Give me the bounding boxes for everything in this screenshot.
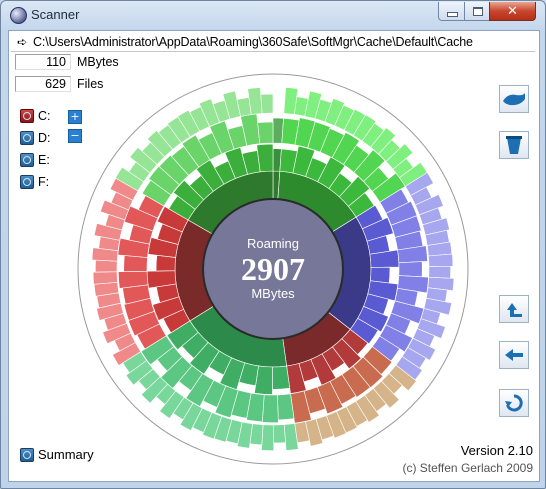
- folder-segment[interactable]: [123, 255, 148, 272]
- files-value: 629: [15, 76, 71, 92]
- drive-label: E:: [38, 153, 50, 167]
- client-area: ➪ C:\Users\Administrator\AppData\Roaming…: [8, 30, 540, 482]
- scanner-window: Scanner ✕ ➪ C:\Users\Administrator\AppDa…: [0, 0, 546, 489]
- minimize-icon: [446, 11, 458, 17]
- sunburst-chart[interactable]: Roaming 2907 MBytes: [74, 70, 472, 468]
- drive-d[interactable]: D:: [20, 131, 51, 145]
- folder-segment[interactable]: [92, 271, 118, 285]
- folder-segment[interactable]: [257, 121, 274, 145]
- folder-segment[interactable]: [273, 424, 286, 444]
- scan-button[interactable]: [499, 85, 529, 113]
- folder-segment[interactable]: [369, 266, 391, 284]
- folder-segment[interactable]: [428, 265, 451, 279]
- size-value: 110: [15, 54, 71, 70]
- current-path: C:\Users\Administrator\AppData\Roaming\3…: [33, 35, 473, 49]
- refresh-button[interactable]: [499, 389, 529, 417]
- drive-label: C:: [38, 109, 51, 123]
- drive-icon: [20, 131, 34, 145]
- center-size-value: 2907: [241, 251, 305, 287]
- version-label: Version 2.10: [460, 443, 533, 458]
- drive-label: D:: [38, 131, 51, 145]
- path-bar: ➪ C:\Users\Administrator\AppData\Roaming…: [11, 33, 535, 52]
- window-title: Scanner: [31, 7, 80, 22]
- back-icon: [505, 349, 523, 361]
- delete-button[interactable]: [499, 131, 529, 159]
- app-icon: [10, 7, 27, 24]
- minimize-button[interactable]: [438, 2, 466, 21]
- title-bar[interactable]: Scanner ✕: [1, 1, 545, 29]
- close-icon: ✕: [507, 3, 518, 19]
- summary-label: Summary: [38, 447, 94, 462]
- up-icon: [507, 303, 522, 317]
- folder-segment[interactable]: [272, 365, 291, 390]
- drive-e[interactable]: E:: [20, 153, 50, 167]
- size-unit: MBytes: [77, 55, 119, 69]
- folder-segment[interactable]: [428, 253, 454, 267]
- drive-f[interactable]: F:: [20, 175, 49, 189]
- maximize-button[interactable]: [464, 2, 491, 21]
- back-button[interactable]: [499, 341, 529, 369]
- up-button[interactable]: [499, 295, 529, 323]
- size-readout: 110 MBytes: [15, 53, 119, 71]
- drive-icon: [20, 175, 34, 189]
- arrow-right-icon: ➪: [16, 35, 28, 49]
- folder-segment[interactable]: [261, 424, 275, 452]
- folder-segment[interactable]: [155, 254, 177, 272]
- drive-c[interactable]: C:: [20, 109, 51, 123]
- drive-icon: [20, 109, 34, 123]
- maximize-icon: [472, 6, 483, 16]
- center-folder-name: Roaming: [247, 236, 299, 251]
- drive-label: F:: [38, 175, 50, 189]
- trash-icon: [506, 136, 522, 154]
- drive-icon: [20, 153, 34, 167]
- center-size-unit: MBytes: [251, 286, 295, 301]
- scan-icon: [503, 93, 525, 106]
- copyright-label: (c) Steffen Gerlach 2009: [402, 461, 533, 475]
- refresh-icon: [505, 394, 523, 412]
- folder-segment[interactable]: [398, 261, 423, 278]
- summary-button[interactable]: Summary: [20, 447, 94, 462]
- summary-icon: [20, 447, 34, 462]
- close-button[interactable]: ✕: [489, 2, 536, 21]
- folder-segment[interactable]: [95, 259, 118, 273]
- folder-segment[interactable]: [261, 394, 279, 423]
- folder-segment[interactable]: [260, 93, 274, 114]
